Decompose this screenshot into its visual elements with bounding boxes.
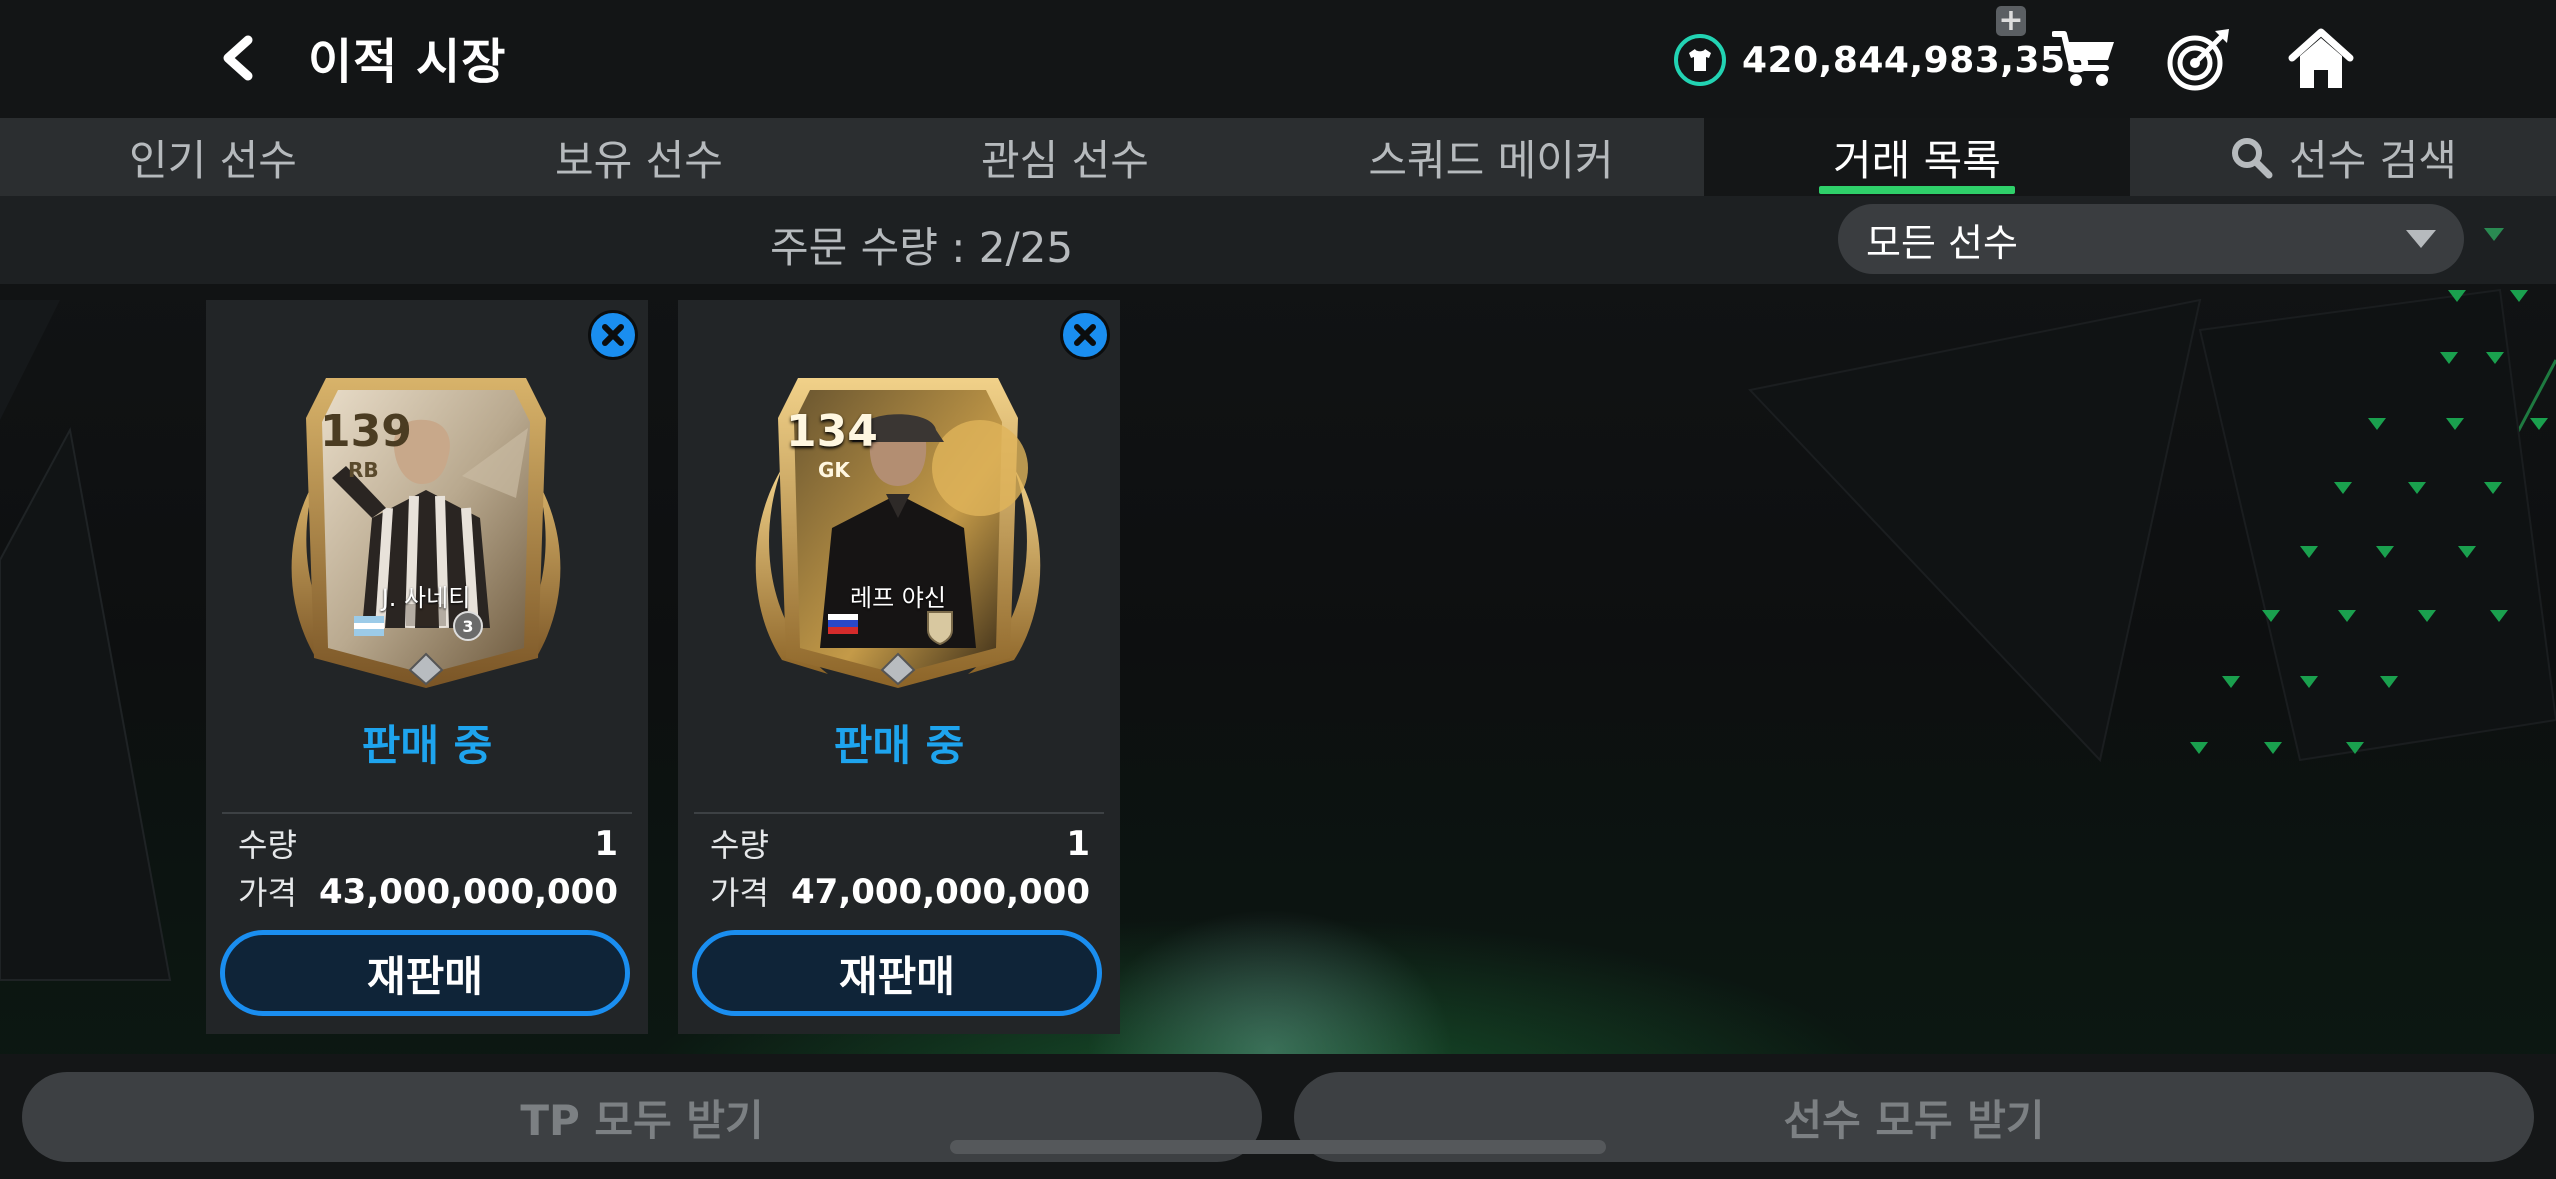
tab-squad-maker[interactable]: 스쿼드 메이커: [1278, 118, 1704, 196]
price-value: 47,000,000,000: [791, 872, 1090, 912]
tab-label: 보유 선수: [555, 135, 723, 185]
status-badge: 판매 중: [361, 721, 493, 770]
resell-button[interactable]: 재판매: [220, 930, 630, 1016]
tp-balance[interactable]: 420,844,983,355: [1674, 30, 2091, 90]
player-position: RB: [348, 458, 379, 482]
cart-button[interactable]: [2048, 22, 2122, 96]
plus-icon: +: [1998, 3, 2024, 38]
home-icon: [2288, 28, 2354, 88]
top-bar: 이적 시장 420,844,983,355 +: [0, 0, 2556, 118]
cart-icon: [2052, 31, 2114, 86]
player-name: 레프 야신: [850, 584, 946, 612]
player-card[interactable]: 134 GK 레프 야신: [748, 358, 1048, 698]
tab-label: 관심 선수: [981, 135, 1149, 185]
divider: [694, 812, 1104, 814]
home-button[interactable]: [2284, 22, 2358, 96]
back-button[interactable]: [210, 30, 266, 86]
card-level: 3: [462, 617, 473, 636]
cancel-listing-button[interactable]: [588, 310, 638, 360]
home-indicator[interactable]: [950, 1140, 1606, 1154]
bottom-bar: TP 모두 받기 선수 모두 받기: [0, 1054, 2556, 1179]
tab-label: 스쿼드 메이커: [1368, 135, 1614, 185]
status-badge: 판매 중: [833, 721, 965, 770]
player-ovr: 139: [320, 406, 412, 457]
search-icon: [2229, 135, 2273, 179]
tab-player-search[interactable]: 선수 검색: [2130, 118, 2556, 196]
tab-label: 거래 목록: [1833, 135, 2001, 185]
close-icon: [1074, 324, 1096, 346]
target-icon: [2167, 29, 2229, 91]
tab-watched-players[interactable]: 관심 선수: [852, 118, 1278, 196]
chevron-left-icon: [223, 35, 253, 81]
active-tab-indicator: [1819, 186, 2015, 194]
tab-bar: 인기 선수 보유 선수 관심 선수 스쿼드 메이커 거래 목록 선수 검색: [0, 118, 2556, 196]
missions-button[interactable]: [2162, 22, 2236, 96]
chevron-down-icon: [2484, 228, 2504, 241]
listing-card: 134 GK 레프 야신 판매 중 수량 1 가격 47,000,000,000…: [678, 300, 1120, 1034]
tab-label: 선수 검색: [2289, 135, 2457, 185]
page-title: 이적 시장: [308, 34, 507, 90]
price-label: 가격: [238, 874, 297, 912]
player-filter-dropdown[interactable]: 모든 선수: [1838, 204, 2464, 274]
tab-label: 인기 선수: [129, 135, 297, 185]
add-tp-button[interactable]: +: [1996, 6, 2026, 36]
divider: [222, 812, 632, 814]
tab-popular-players[interactable]: 인기 선수: [0, 118, 426, 196]
quantity-label: 수량: [710, 826, 769, 864]
jersey-icon: [1674, 34, 1726, 86]
price-value: 43,000,000,000: [319, 872, 618, 912]
player-card[interactable]: 3 139 RB J. 사네티: [276, 358, 576, 698]
listing-card: 3 139 RB J. 사네티 판매 중 수량 1 가격 43,000,000,…: [206, 300, 648, 1034]
player-name: J. 사네티: [381, 584, 471, 612]
tab-trade-list[interactable]: 거래 목록: [1704, 118, 2130, 196]
order-count: 주문 수량 : 2/25: [770, 223, 1074, 272]
cancel-listing-button[interactable]: [1060, 310, 1110, 360]
dropdown-selected-value: 모든 선수: [1866, 220, 2018, 265]
chevron-down-icon: [2406, 230, 2436, 248]
tp-amount: 420,844,983,355: [1742, 39, 2092, 81]
close-icon: [602, 324, 624, 346]
quantity-value: 1: [1066, 824, 1090, 864]
quantity-label: 수량: [238, 826, 297, 864]
quantity-value: 1: [594, 824, 618, 864]
tab-owned-players[interactable]: 보유 선수: [426, 118, 852, 196]
player-position: GK: [818, 458, 850, 482]
resell-button[interactable]: 재판매: [692, 930, 1102, 1016]
player-ovr: 134: [786, 406, 878, 457]
price-label: 가격: [710, 874, 769, 912]
